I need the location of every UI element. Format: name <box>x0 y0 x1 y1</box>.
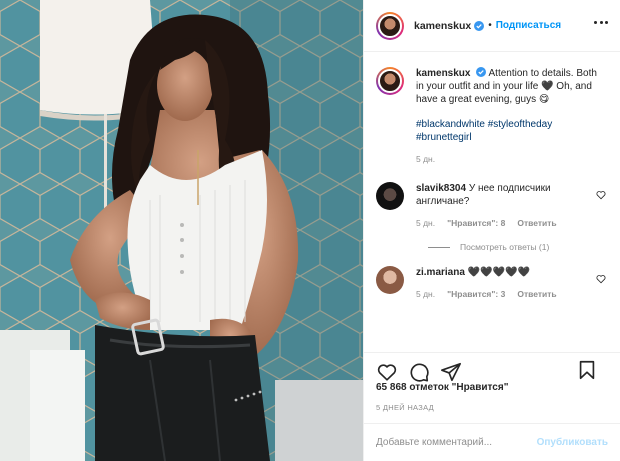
post-image <box>0 0 363 461</box>
caption-username[interactable]: kamenskux <box>416 68 470 79</box>
post-date[interactable]: 5 ДНЕЙ НАЗАД <box>376 403 434 412</box>
avatar[interactable] <box>376 67 404 95</box>
separator-dot: • <box>488 20 492 31</box>
comment-username[interactable]: zi.mariana <box>416 267 465 278</box>
comment-bubble-icon[interactable] <box>408 361 430 383</box>
likes-count[interactable]: 65 868 отметок "Нравится" <box>376 382 508 393</box>
more-dots-icon[interactable] <box>594 21 608 25</box>
comments-list[interactable]: kamenskux Attention to details. Both in … <box>364 53 620 348</box>
comment-item: slavik8304 У нее подписчики англичане? 5… <box>376 182 608 230</box>
comment-time[interactable]: 5 дн. <box>416 288 435 301</box>
post-photo[interactable] <box>0 0 363 461</box>
comment-item: zi.mariana 🖤🖤🖤🖤🖤 5 дн. "Нравится": 3 Отв… <box>376 266 608 301</box>
follow-button[interactable]: Подписаться <box>496 20 561 31</box>
caption-hashtags[interactable]: #blackandwhite #styleoftheday #brunetteg… <box>416 118 601 144</box>
paper-plane-icon[interactable] <box>440 361 462 383</box>
header-username[interactable]: kamenskux <box>414 20 471 32</box>
add-comment-bar: Добавьте комментарий... Опубликовать <box>364 423 620 461</box>
verified-badge-icon <box>474 20 485 31</box>
reply-button[interactable]: Ответить <box>517 217 556 230</box>
view-replies-button[interactable]: Посмотреть ответы (1) <box>428 242 608 252</box>
comment-input[interactable]: Добавьте комментарий... <box>376 437 492 448</box>
caption-time[interactable]: 5 дн. <box>416 153 435 166</box>
publish-button[interactable]: Опубликовать <box>537 437 608 448</box>
post-sidebar: kamenskux • Подписаться kamenskux Attent… <box>363 0 620 461</box>
view-replies-label: Посмотреть ответы (1) <box>460 242 550 252</box>
caption: kamenskux Attention to details. Both in … <box>376 67 608 166</box>
reply-button[interactable]: Ответить <box>517 288 556 301</box>
commenter-avatar[interactable] <box>376 266 404 294</box>
comment-text: 🖤🖤🖤🖤🖤 <box>467 267 530 278</box>
comment-likes[interactable]: "Нравится": 8 <box>447 217 505 230</box>
heart-outline-icon[interactable] <box>596 190 606 200</box>
comment-username[interactable]: slavik8304 <box>416 183 466 194</box>
comment-time[interactable]: 5 дн. <box>416 217 435 230</box>
action-bar <box>364 352 620 384</box>
avatar[interactable] <box>376 11 404 40</box>
verified-badge-icon <box>476 67 487 77</box>
commenter-avatar[interactable] <box>376 182 404 210</box>
post-header: kamenskux • Подписаться <box>364 0 620 52</box>
bookmark-icon[interactable] <box>576 359 598 381</box>
heart-outline-icon[interactable] <box>596 274 606 284</box>
divider <box>428 246 450 248</box>
comment-likes[interactable]: "Нравится": 3 <box>447 288 505 301</box>
heart-outline-icon[interactable] <box>376 361 398 383</box>
